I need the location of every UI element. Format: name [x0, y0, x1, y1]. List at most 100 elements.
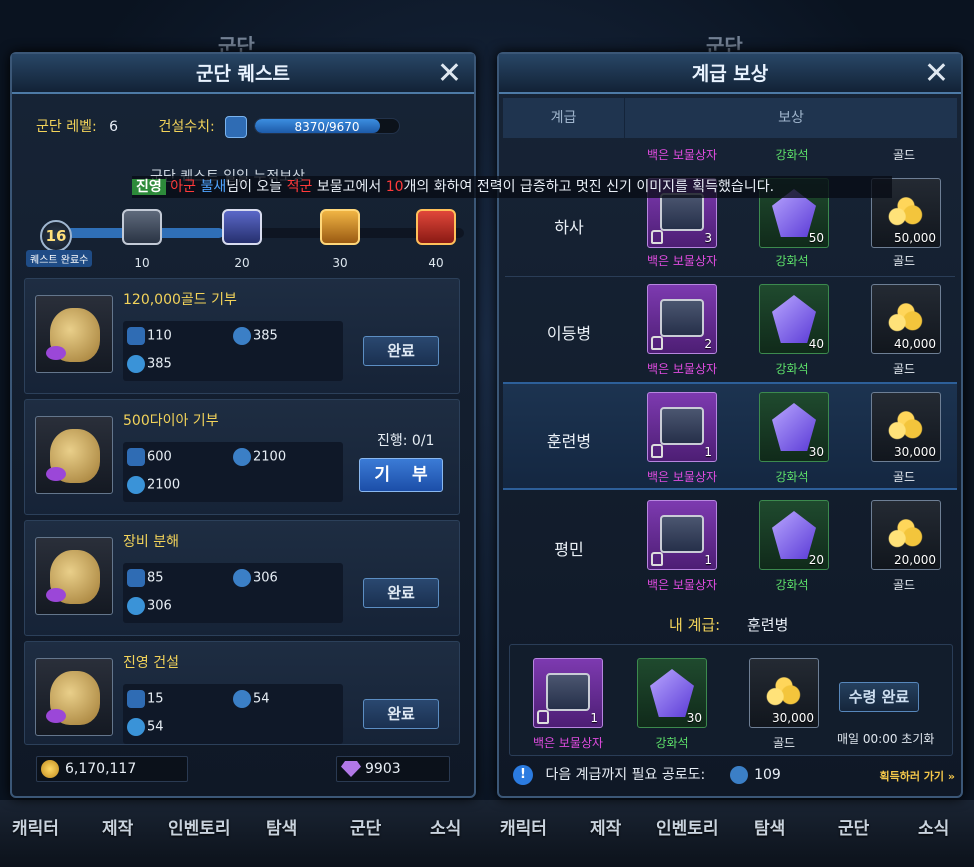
nav-explore[interactable]: 탐색 [266, 814, 297, 839]
quest-rewards: 85 306 306 [123, 563, 343, 623]
gold-pile-icon[interactable]: 40,000 [871, 284, 941, 354]
col-rank: 계급 [503, 98, 625, 138]
silver-chest-icon[interactable]: 1 [647, 392, 717, 462]
heart-icon [127, 718, 145, 736]
ticker-tag: 진영 [132, 179, 166, 195]
build-icon [127, 327, 145, 345]
chest-icon-40[interactable] [416, 209, 456, 245]
reward-build: 110 [127, 327, 172, 345]
nav-character[interactable]: 캐릭터 [12, 814, 59, 839]
heart-icon [127, 355, 145, 373]
nav-news-2[interactable]: 소식 [918, 814, 949, 839]
complete-button[interactable]: 완료 [363, 336, 439, 366]
nav-craft[interactable]: 제작 [102, 814, 133, 839]
enhance-stone-icon[interactable]: 30 [759, 392, 829, 462]
gold-amount: 6,170,117 [65, 761, 137, 777]
bottom-nav [0, 800, 974, 867]
quest-title: 장비 분해 [123, 534, 179, 550]
donate-button[interactable]: 기 부 [359, 458, 443, 492]
reward-build: 15 [127, 690, 164, 708]
build-icon [225, 116, 248, 138]
close-icon[interactable]: ✕ [924, 56, 949, 92]
completed-count-badge: 16 [40, 220, 72, 252]
claim-complete-button[interactable]: 수령 완료 [839, 682, 919, 712]
complete-button[interactable]: 완료 [363, 699, 439, 729]
gold-coin-icon [41, 760, 59, 778]
nav-character-2[interactable]: 캐릭터 [500, 814, 547, 839]
quest-title: 진영 건설 [123, 655, 179, 671]
ticker-faction: 아군 [170, 179, 196, 195]
gold-display: 6,170,117 [36, 756, 188, 782]
build-icon [127, 448, 145, 466]
chest-icon-30[interactable] [320, 209, 360, 245]
quest-progress: 진행: 0/1 [377, 433, 435, 449]
nav-craft-2[interactable]: 제작 [590, 814, 621, 839]
next-rank-requirement: ! 다음 계급까지 필요 공로도: 109 [513, 764, 781, 785]
nav-explore-2[interactable]: 탐색 [754, 814, 785, 839]
milestone-label-20: 20 [234, 256, 250, 270]
top-caption: 골드 [892, 148, 916, 162]
nav-inventory[interactable]: 인벤토리 [168, 814, 231, 839]
silver-chest-icon[interactable]: 2 [647, 284, 717, 354]
quest-card: 500다이아 기부 600 2100 2100 진행: 0/1 기 부 [24, 399, 460, 515]
complete-button[interactable]: 완료 [363, 578, 439, 608]
reset-note: 매일 00:00 초기화 [837, 732, 935, 746]
quest-rewards: 600 2100 2100 [123, 442, 343, 502]
enhance-stone-icon[interactable]: 20 [759, 500, 829, 570]
diamond-icon [341, 761, 361, 777]
quest-rewards: 110 385 385 [123, 321, 343, 381]
milestone-label-30: 30 [332, 256, 348, 270]
chest-icon-10[interactable] [122, 209, 162, 245]
reward-star: 54 [233, 690, 270, 708]
nav-inventory-2[interactable]: 인벤토리 [656, 814, 719, 839]
milestone-label-40: 40 [428, 256, 444, 270]
need-value: 109 [754, 767, 781, 783]
reward-build: 600 [127, 448, 172, 466]
rank-name: 평민 [554, 540, 584, 559]
reward-heart: 2100 [127, 476, 180, 494]
nav-news[interactable]: 소식 [430, 814, 461, 839]
enhance-stone-icon[interactable]: 30 [637, 658, 707, 728]
nav-legion[interactable]: 군단 [350, 814, 381, 839]
go-obtain-link[interactable]: 획득하러 가기 » [880, 768, 956, 784]
diamond-amount: 9903 [365, 761, 401, 777]
rank-reward-panel: 계급 보상 ✕ 계급 보상 백은 보물상자 강화석 골드 하사 3 50 50,… [497, 52, 963, 798]
info-icon[interactable]: ! [513, 765, 533, 785]
panel-title: 계급 보상 [499, 54, 961, 94]
quest-rewards: 15 54 54 [123, 684, 343, 744]
heart-icon [127, 597, 145, 615]
gold-sack-icon [35, 537, 113, 615]
item-caption: 강화석 [775, 254, 809, 268]
silver-chest-icon[interactable]: 1 [647, 500, 717, 570]
reward-star: 306 [233, 569, 278, 587]
gold-pile-icon[interactable]: 30,000 [749, 658, 819, 728]
quest-title: 500다이아 기부 [123, 413, 219, 429]
level-label: 군단 레벨: [36, 119, 97, 135]
my-rank-value: 훈련병 [747, 616, 789, 634]
system-ticker: 진영 아군 불새님이 오늘 적군 보물고에서 10개의 화하여 전력이 급증하고… [132, 176, 892, 198]
ticker-msg-1: 님이 오늘 [226, 179, 283, 195]
need-label: 다음 계급까지 필요 공로도: [545, 767, 706, 783]
item-caption: 백은 보물상자 [646, 470, 718, 484]
chest-icon-20[interactable] [222, 209, 262, 245]
gold-pile-icon[interactable]: 20,000 [871, 500, 941, 570]
gold-pile-icon[interactable]: 30,000 [871, 392, 941, 462]
reward-heart: 385 [127, 355, 172, 373]
diamond-display: 9903 [336, 756, 450, 782]
item-caption: 골드 [772, 736, 796, 750]
ticker-msg-2: 보물고에서 [316, 179, 382, 195]
close-icon[interactable]: ✕ [437, 56, 462, 92]
item-caption: 강화석 [655, 736, 689, 750]
reward-heart: 54 [127, 718, 164, 736]
enhance-stone-icon[interactable]: 40 [759, 284, 829, 354]
nav-legion-2[interactable]: 군단 [838, 814, 869, 839]
ticker-count: 10 [385, 179, 404, 195]
gold-sack-icon [35, 295, 113, 373]
reward-star: 385 [233, 327, 278, 345]
silver-chest-icon[interactable]: 1 [533, 658, 603, 728]
completed-count-label: 퀘스트 완료수 [26, 250, 93, 267]
rank-name: 훈련병 [546, 432, 592, 451]
quest-card: 장비 분해 85 306 306 완료 [24, 520, 460, 636]
star-icon [233, 690, 251, 708]
heart-icon [127, 476, 145, 494]
